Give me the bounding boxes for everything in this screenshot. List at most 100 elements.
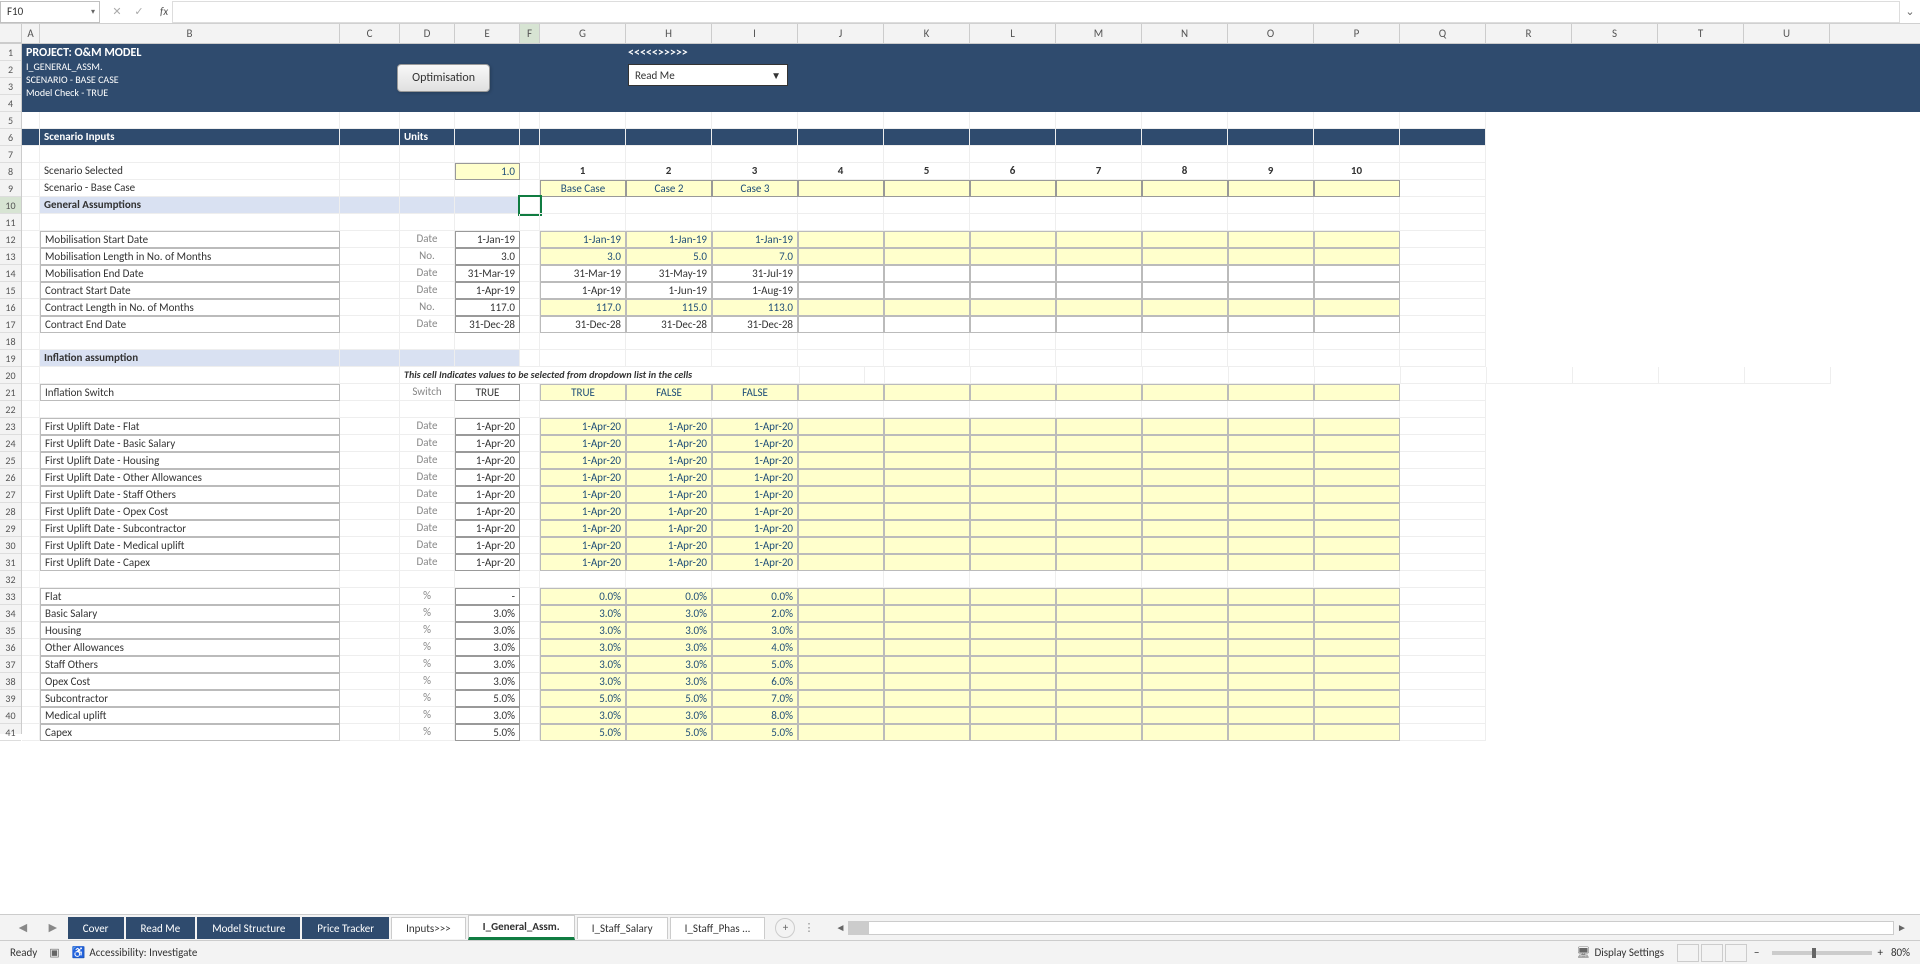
col-E[interactable]: E bbox=[455, 24, 520, 43]
row-5[interactable]: 5 bbox=[0, 112, 21, 129]
col-O[interactable]: O bbox=[1228, 24, 1314, 43]
row-32[interactable]: 32 bbox=[0, 571, 21, 588]
display-settings[interactable]: Display Settings bbox=[1594, 946, 1664, 959]
row-12[interactable]: 12 bbox=[0, 231, 21, 248]
row-13[interactable]: 13 bbox=[0, 248, 21, 265]
tab-model-structure[interactable]: Model Structure bbox=[197, 917, 300, 939]
tab-readme[interactable]: Read Me bbox=[126, 917, 196, 939]
row-2[interactable]: 2 bbox=[0, 61, 21, 78]
row-37[interactable]: 37 bbox=[0, 656, 21, 673]
row-8[interactable]: 8 bbox=[0, 163, 21, 180]
tab-staff-salary[interactable]: I_Staff_Salary bbox=[577, 917, 668, 939]
tab-inputs[interactable]: Inputs>>> bbox=[391, 917, 466, 939]
macro-record-icon[interactable]: ▣ bbox=[49, 946, 59, 959]
zoom-in-icon[interactable]: + bbox=[1878, 946, 1883, 959]
tab-nav-prev-icon[interactable]: ◄ bbox=[8, 919, 38, 936]
col-J[interactable]: J bbox=[798, 24, 884, 43]
row-3[interactable]: 3 bbox=[0, 78, 21, 95]
row-29[interactable]: 29 bbox=[0, 520, 21, 537]
tab-cover[interactable]: Cover bbox=[68, 917, 124, 939]
scroll-left-icon[interactable]: ◄ bbox=[832, 921, 848, 934]
col-B[interactable]: B bbox=[40, 24, 340, 43]
navigator-dropdown[interactable]: Read Me bbox=[628, 64, 788, 86]
col-P[interactable]: P bbox=[1314, 24, 1400, 43]
row-27[interactable]: 27 bbox=[0, 486, 21, 503]
add-sheet-button[interactable]: + bbox=[775, 918, 795, 938]
col-R[interactable]: R bbox=[1486, 24, 1572, 43]
row-1[interactable]: 1 bbox=[0, 44, 21, 61]
col-G[interactable]: G bbox=[540, 24, 626, 43]
view-break-icon[interactable] bbox=[1725, 944, 1747, 962]
row-35[interactable]: 35 bbox=[0, 622, 21, 639]
scroll-right-icon[interactable]: ► bbox=[1894, 921, 1910, 934]
tab-general-assm[interactable]: I_General_Assm. bbox=[468, 915, 575, 940]
zoom-out-icon[interactable]: − bbox=[1754, 946, 1759, 959]
row-10[interactable]: 10 bbox=[0, 197, 21, 214]
tab-price-tracker[interactable]: Price Tracker bbox=[302, 917, 389, 939]
row-30[interactable]: 30 bbox=[0, 537, 21, 554]
row-23[interactable]: 23 bbox=[0, 418, 21, 435]
col-C[interactable]: C bbox=[340, 24, 400, 43]
fx-icon[interactable]: fx bbox=[156, 5, 172, 18]
col-Q[interactable]: Q bbox=[1400, 24, 1486, 43]
confirm-icon[interactable]: ✓ bbox=[130, 5, 148, 18]
tab-staff-phas[interactable]: I_Staff_Phas ... bbox=[670, 917, 766, 939]
select-all-corner[interactable] bbox=[0, 24, 22, 43]
tab-nav-next-icon[interactable]: ► bbox=[38, 919, 68, 936]
row-22[interactable]: 22 bbox=[0, 401, 21, 418]
row-34[interactable]: 34 bbox=[0, 605, 21, 622]
optimisation-button[interactable]: Optimisation bbox=[397, 64, 490, 92]
expand-formula-icon[interactable]: ⌄ bbox=[1900, 5, 1920, 18]
row-17[interactable]: 17 bbox=[0, 316, 21, 333]
row-39[interactable]: 39 bbox=[0, 690, 21, 707]
row-41[interactable]: 41 bbox=[0, 724, 21, 741]
row-16[interactable]: 16 bbox=[0, 299, 21, 316]
row-36[interactable]: 36 bbox=[0, 639, 21, 656]
col-M[interactable]: M bbox=[1056, 24, 1142, 43]
scenario-inputs-header[interactable]: Scenario Inputs bbox=[40, 129, 340, 146]
general-assumptions-header[interactable]: General Assumptions bbox=[40, 197, 340, 214]
row-21[interactable]: 21 bbox=[0, 384, 21, 401]
units-header[interactable]: Units bbox=[400, 129, 455, 146]
row-9[interactable]: 9 bbox=[0, 180, 21, 197]
horizontal-scrollbar[interactable] bbox=[848, 921, 1894, 935]
display-settings-icon[interactable]: 🖥 bbox=[1576, 946, 1590, 959]
row-33[interactable]: 33 bbox=[0, 588, 21, 605]
active-cell[interactable] bbox=[520, 197, 540, 214]
row-40[interactable]: 40 bbox=[0, 707, 21, 724]
col-K[interactable]: K bbox=[884, 24, 970, 43]
col-F[interactable]: F bbox=[520, 24, 540, 43]
view-normal-icon[interactable] bbox=[1677, 944, 1699, 962]
col-T[interactable]: T bbox=[1658, 24, 1744, 43]
row-26[interactable]: 26 bbox=[0, 469, 21, 486]
col-S[interactable]: S bbox=[1572, 24, 1658, 43]
row-28[interactable]: 28 bbox=[0, 503, 21, 520]
row-38[interactable]: 38 bbox=[0, 673, 21, 690]
view-layout-icon[interactable] bbox=[1701, 944, 1723, 962]
row-6[interactable]: 6 bbox=[0, 129, 21, 146]
row-15[interactable]: 15 bbox=[0, 282, 21, 299]
name-box[interactable]: F10 bbox=[0, 1, 100, 23]
row-19[interactable]: 19 bbox=[0, 350, 21, 367]
col-A[interactable]: A bbox=[22, 24, 40, 43]
col-L[interactable]: L bbox=[970, 24, 1056, 43]
accessibility-text[interactable]: Accessibility: Investigate bbox=[89, 946, 197, 959]
col-D[interactable]: D bbox=[400, 24, 455, 43]
cancel-icon[interactable]: ✕ bbox=[108, 5, 126, 18]
row-31[interactable]: 31 bbox=[0, 554, 21, 571]
row-14[interactable]: 14 bbox=[0, 265, 21, 282]
row-24[interactable]: 24 bbox=[0, 435, 21, 452]
row-20[interactable]: 20 bbox=[0, 367, 21, 384]
row-7[interactable]: 7 bbox=[0, 146, 21, 163]
col-H[interactable]: H bbox=[626, 24, 712, 43]
zoom-level[interactable]: 80% bbox=[1891, 946, 1910, 959]
col-N[interactable]: N bbox=[1142, 24, 1228, 43]
row-25[interactable]: 25 bbox=[0, 452, 21, 469]
grid[interactable]: PROJECT: O&M MODELI_GENERAL_ASSM.SCENARI… bbox=[22, 44, 1920, 734]
formula-input[interactable] bbox=[172, 1, 1900, 23]
zoom-slider[interactable] bbox=[1772, 951, 1872, 955]
accessibility-icon[interactable]: ♿ bbox=[72, 946, 86, 959]
row-4[interactable]: 4 bbox=[0, 95, 21, 112]
col-I[interactable]: I bbox=[712, 24, 798, 43]
row-18[interactable]: 18 bbox=[0, 333, 21, 350]
